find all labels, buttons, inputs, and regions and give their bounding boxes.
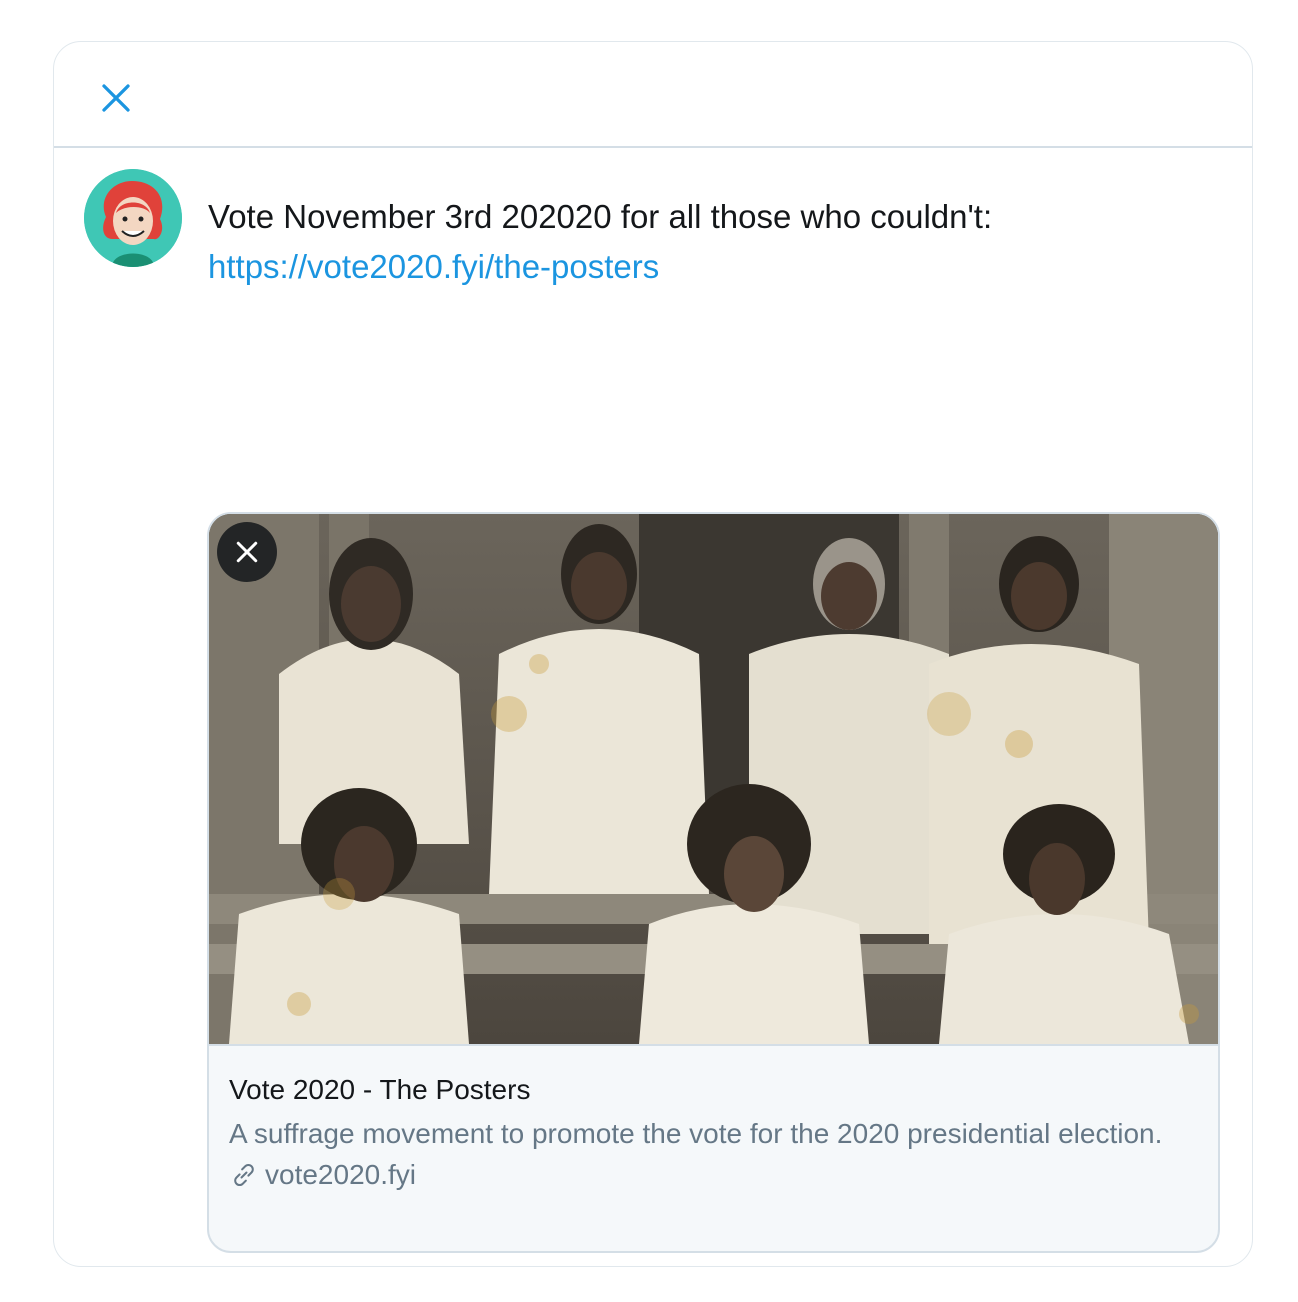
modal-header bbox=[54, 42, 1252, 148]
card-title: Vote 2020 - The Posters bbox=[229, 1074, 531, 1105]
photo-icon bbox=[209, 514, 1218, 1044]
card-domain-text: vote2020.fyi bbox=[265, 1159, 416, 1190]
tweet-text-body: Vote November 3rd 202020 for all those w… bbox=[208, 198, 993, 235]
tweet-text[interactable]: Vote November 3rd 202020 for all those w… bbox=[208, 192, 1208, 292]
link-icon bbox=[229, 1160, 259, 1190]
close-icon bbox=[236, 541, 258, 563]
card-image bbox=[209, 514, 1218, 1044]
tweet-compose-modal: Vote November 3rd 202020 for all those w… bbox=[53, 41, 1253, 1267]
card-body: Vote 2020 - The Posters A suffrage movem… bbox=[209, 1044, 1218, 1251]
card-dismiss-button[interactable] bbox=[217, 522, 277, 582]
tweet-link[interactable]: https://vote2020.fyi/the-posters bbox=[208, 242, 1208, 292]
card-description: A suffrage movement to promote the vote … bbox=[229, 1118, 1163, 1149]
card-domain: vote2020.fyi bbox=[229, 1155, 1198, 1195]
link-preview-card[interactable]: Vote 2020 - The Posters A suffrage movem… bbox=[207, 512, 1220, 1253]
avatar[interactable] bbox=[84, 169, 182, 267]
close-icon bbox=[102, 84, 130, 112]
avatar-illustration-icon bbox=[84, 169, 182, 267]
close-button[interactable] bbox=[92, 74, 140, 122]
